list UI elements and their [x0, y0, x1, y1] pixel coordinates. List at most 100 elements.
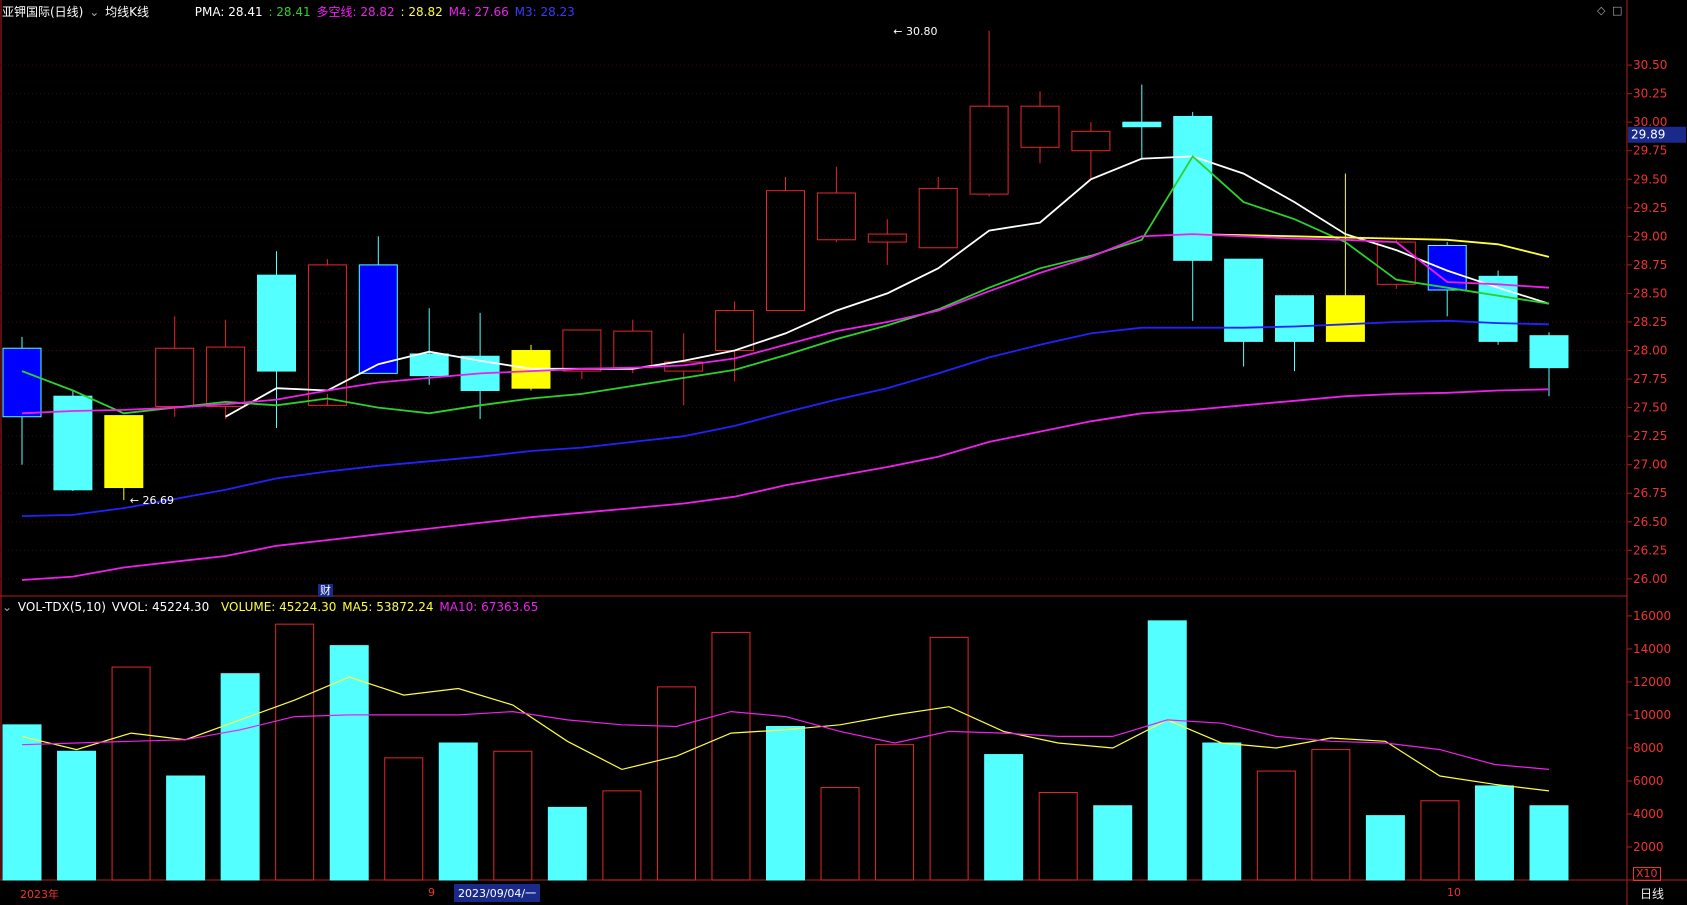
- candle-body: [918, 187, 958, 249]
- volume-header: ⌄ VOL-TDX(5,10) VVOL: 45224.30 VOLUME: 4…: [2, 600, 540, 614]
- candle-body: [969, 105, 1009, 195]
- month-10-label: 10: [1447, 886, 1461, 899]
- current-price-label: 29.89: [1631, 128, 1665, 142]
- volume-tick-label: 6000: [1633, 774, 1664, 788]
- volume-bar: [1202, 742, 1242, 881]
- candle-body: [257, 274, 296, 372]
- month-9-label: 9: [428, 886, 435, 899]
- candle-body: [715, 310, 755, 352]
- volume-bar: [111, 666, 151, 881]
- volume-tick-label: 4000: [1633, 807, 1664, 821]
- volume-bar: [929, 636, 969, 881]
- vvol-label: VVOL: 45224.30: [111, 600, 210, 614]
- scale-tag: X10: [1633, 867, 1661, 881]
- dkx2-label: : 28.82: [400, 5, 443, 19]
- volume-bar: [384, 757, 424, 881]
- volume-label: VOLUME: 45224.30: [221, 600, 337, 614]
- candle-body: [1020, 105, 1060, 148]
- volume-bar: [2, 724, 42, 881]
- volume-bar: [875, 744, 915, 881]
- diamond-icon[interactable]: ◇: [1597, 4, 1605, 17]
- ma5-label: MA5: 53872.24: [342, 600, 434, 614]
- volume-bar: [1529, 805, 1569, 881]
- price-tick-label: 26.25: [1633, 543, 1667, 557]
- price-tick-label: 27.50: [1633, 401, 1667, 415]
- price-tick-label: 30.50: [1633, 58, 1667, 72]
- main-chart-header: 亚钾国际(日线) ⌄ 均线K线 PMA: 28.41 : 28.41 多空线: …: [2, 3, 577, 19]
- candle-body: [358, 264, 398, 374]
- volume-bar: [1093, 805, 1133, 881]
- price-tick-label: 27.75: [1633, 372, 1667, 386]
- volume-bar: [493, 750, 533, 881]
- volume-bar: [1147, 620, 1187, 881]
- dropdown-icon[interactable]: ⌄: [89, 5, 99, 19]
- volume-bar: [602, 790, 642, 881]
- candle-body: [1173, 115, 1213, 261]
- candle-body: [104, 415, 144, 489]
- volume-bar: [1420, 800, 1460, 881]
- price-annotation: ← 30.80: [893, 25, 937, 38]
- candle-body: [1071, 130, 1111, 152]
- volume-tick-label: 14000: [1633, 642, 1671, 656]
- price-tick-label: 28.25: [1633, 315, 1667, 329]
- candle-body: [613, 330, 653, 369]
- candle-body: [1376, 241, 1416, 285]
- candle-body: [1224, 258, 1264, 342]
- volume-tick-label: 10000: [1633, 708, 1671, 722]
- vol-indicator-name[interactable]: VOL-TDX(5,10): [18, 600, 106, 614]
- finance-tag[interactable]: 财: [318, 584, 333, 597]
- price-tick-label: 26.75: [1633, 486, 1667, 500]
- ma-line-m4: [21, 233, 1550, 415]
- candle-body: [1325, 295, 1365, 342]
- candle-body: [1529, 335, 1569, 369]
- price-tick-label: 29.75: [1633, 144, 1667, 158]
- volume-bar: [547, 806, 587, 881]
- price-tick-label: 29.00: [1633, 229, 1667, 243]
- price-tick-label: 27.00: [1633, 458, 1667, 472]
- ma-line-dkx: [1192, 233, 1550, 258]
- year-label: 2023年: [20, 888, 59, 901]
- candle-body: [206, 346, 246, 407]
- volume-bar: [220, 673, 260, 881]
- volume-bar: [1311, 749, 1351, 881]
- volume-bar: [984, 754, 1024, 881]
- maximize-icon[interactable]: □: [1612, 4, 1622, 17]
- price-tick-label: 28.75: [1633, 258, 1667, 272]
- pma-label: PMA: 28.41: [194, 5, 263, 19]
- ma10-label: MA10: 67363.65: [439, 600, 539, 614]
- price-tick-label: 28.50: [1633, 286, 1667, 300]
- chart-canvas[interactable]: 30.5030.2530.0029.7529.5029.2529.0028.75…: [0, 0, 1687, 905]
- candle-body: [409, 353, 449, 377]
- volume-bar: [1365, 815, 1405, 881]
- pma2-label: : 28.41: [268, 5, 311, 19]
- date-cursor-tag: 2023/09/04/一: [454, 884, 541, 902]
- volume-bar: [711, 631, 751, 881]
- volume-bar: [1474, 785, 1514, 881]
- price-tick-label: 27.25: [1633, 429, 1667, 443]
- price-tick-label: 29.50: [1633, 172, 1667, 186]
- candle-body: [1122, 121, 1162, 128]
- price-tick-label: 26.50: [1633, 515, 1667, 529]
- volume-bar: [820, 787, 860, 881]
- volume-bar: [1038, 792, 1078, 881]
- volume-bar: [275, 623, 315, 881]
- price-tick-label: 26.00: [1633, 572, 1667, 586]
- volume-bar: [57, 750, 97, 881]
- m4-label: M4: 27.66: [448, 5, 509, 19]
- dkx-label: 多空线: 28.82: [316, 5, 395, 19]
- volume-tick-label: 16000: [1633, 609, 1671, 623]
- price-tick-label: 29.25: [1633, 201, 1667, 215]
- indicator-name[interactable]: 均线K线: [105, 5, 149, 19]
- price-tick-label: 30.25: [1633, 87, 1667, 101]
- candle-body: [1275, 295, 1314, 342]
- volume-tick-label: 2000: [1633, 840, 1664, 854]
- candle-body: [816, 192, 856, 241]
- volume-bar: [656, 686, 696, 881]
- m3-label: M3: 28.23: [514, 5, 575, 19]
- candle-body: [155, 347, 195, 407]
- ma-line-pma2: [21, 155, 1550, 415]
- dropdown-icon[interactable]: ⌄: [2, 600, 12, 614]
- stock-name[interactable]: 亚钾国际(日线): [2, 5, 83, 19]
- volume-bar: [438, 742, 478, 881]
- period-button[interactable]: 日线: [1640, 885, 1664, 902]
